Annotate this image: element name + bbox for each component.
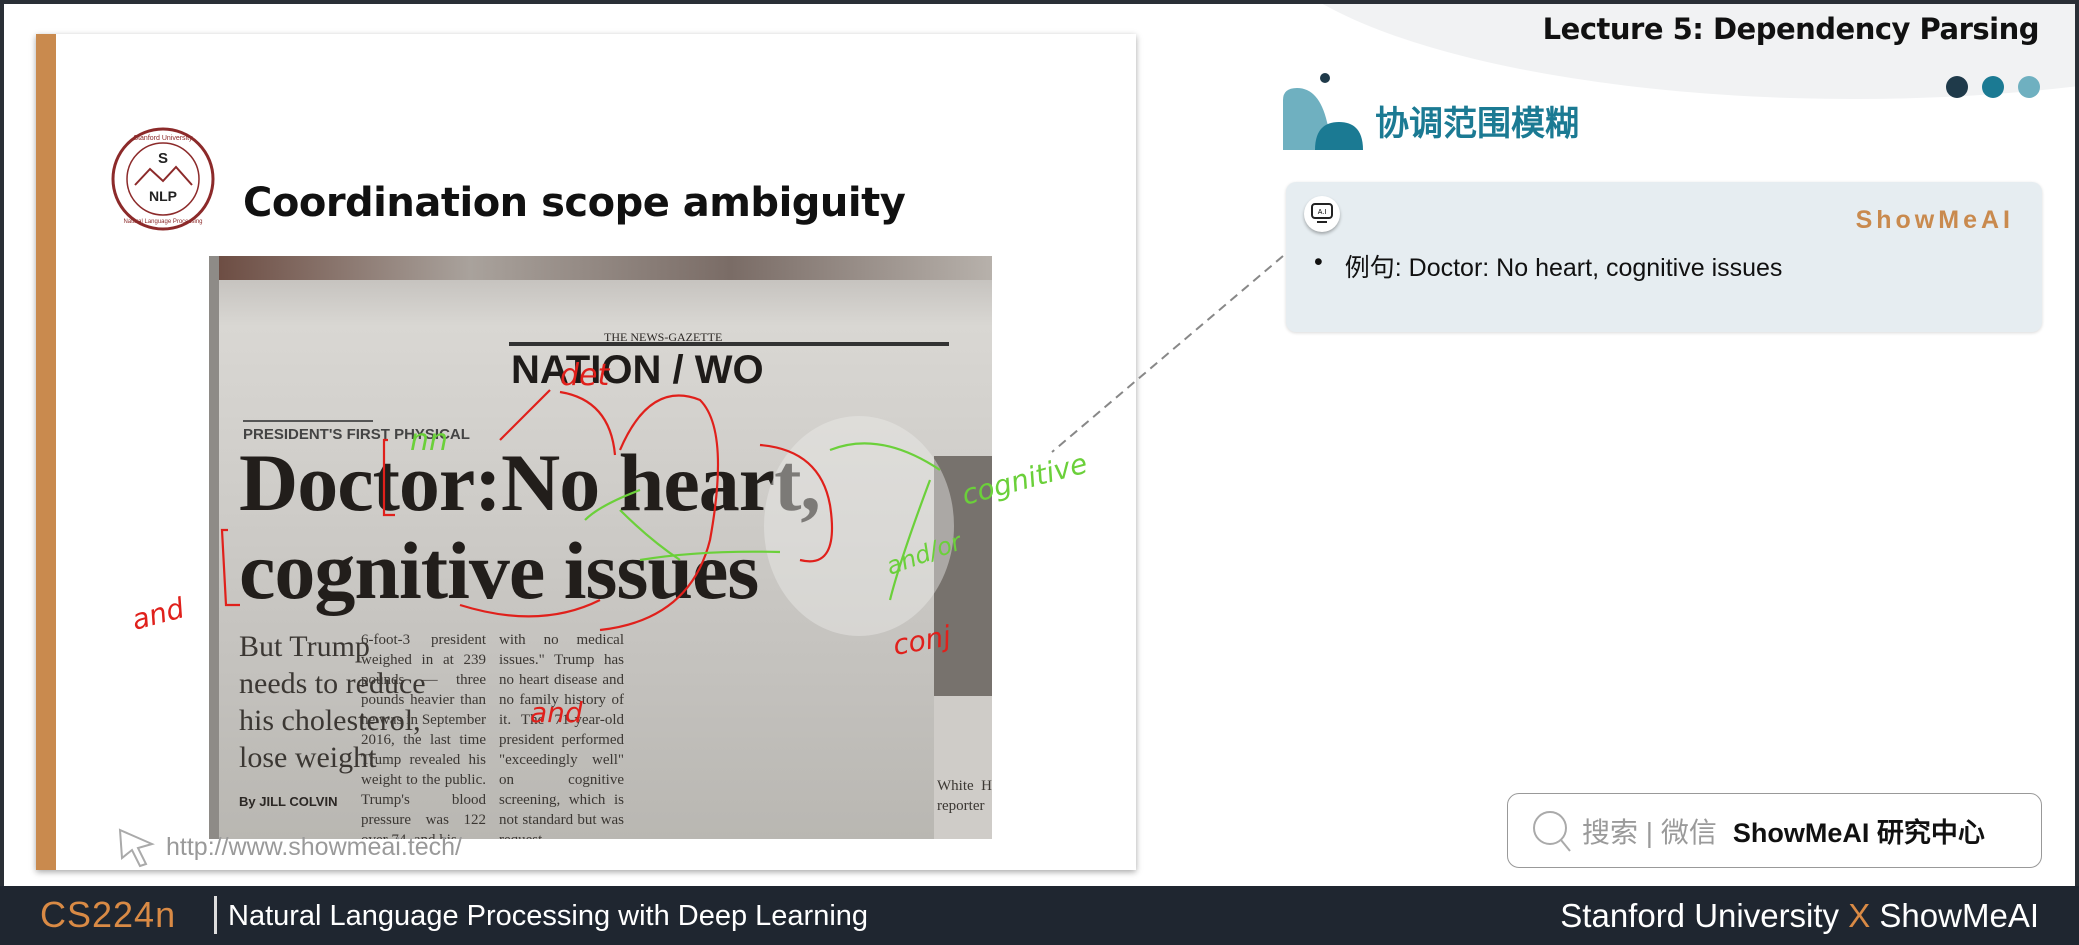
- section-title: 协调范围模糊: [1375, 105, 1579, 143]
- decorative-dots: [1946, 76, 2040, 98]
- slide-title: Coordination scope ambiguity: [243, 180, 906, 226]
- svg-text:A.I: A.I: [1318, 209, 1327, 216]
- rule: [243, 420, 373, 422]
- partner-stanford: Stanford University: [1560, 897, 1840, 934]
- byline: By JILL COLVIN: [239, 794, 338, 809]
- bullet-item: • 例句: Doctor: No heart, cognitive issues: [1314, 248, 1782, 284]
- dot: [1982, 76, 2004, 98]
- course-name: Natural Language Processing with Deep Le…: [228, 900, 869, 932]
- slide-viewer: Lecture 5: Dependency Parsing S NLP Stan…: [4, 4, 2075, 886]
- section-head: NATION / WO: [511, 348, 764, 392]
- bullet-text: 例句: Doctor: No heart, cognitive issues: [1344, 254, 1783, 282]
- cursor-icon: [118, 828, 155, 868]
- footer-bar: CS224n Natural Language Processing with …: [0, 886, 2079, 945]
- photo-background: [209, 256, 992, 280]
- brand-label: ShowMeAI: [1855, 206, 2014, 234]
- dot: [2018, 76, 2040, 98]
- dot: [1946, 76, 1968, 98]
- url-text[interactable]: http://www.showmeai.tech/: [166, 833, 462, 862]
- svg-text:Natural Language Processing: Natural Language Processing: [123, 219, 202, 225]
- robot-ai-icon: A.I: [1304, 196, 1340, 232]
- accent-bar: [36, 34, 56, 870]
- partner-showmeai: ShowMeAI: [1879, 897, 2039, 934]
- headline-doctor: Doctor:: [239, 437, 502, 528]
- headline-cognitive: cognitive issues: [239, 525, 759, 616]
- note-card: A.I ShowMeAI • 例句: Doctor: No heart, cogn…: [1286, 182, 2042, 332]
- divider: [214, 896, 217, 934]
- svg-text:Stanford University: Stanford University: [133, 135, 193, 142]
- article-column: White H reporter: [937, 778, 992, 814]
- photo-glare: [764, 416, 954, 636]
- photo-edge: [209, 256, 219, 839]
- photo-image-block: [934, 696, 992, 839]
- search-box[interactable]: 搜索 | 微信 ShowMeAI 研究中心: [1507, 793, 2042, 868]
- search-label: ShowMeAI 研究中心: [1732, 818, 1985, 848]
- svg-text:NLP: NLP: [149, 188, 177, 204]
- svg-text:S: S: [158, 150, 168, 167]
- article-column: with no medical issues." Trump has no he…: [499, 632, 624, 839]
- rule: [509, 342, 949, 346]
- course-code: CS224n: [40, 894, 177, 935]
- stanford-nlp-logo: S NLP Stanford University Natural Langua…: [111, 127, 215, 231]
- search-icon: [1533, 810, 1571, 852]
- search-placeholder: 搜索 | 微信: [1582, 816, 1717, 848]
- slide-panel: S NLP Stanford University Natural Langua…: [36, 34, 1136, 870]
- newspaper-photo: THE NEWS-GAZETTE NATION / WO PRESIDENT'S…: [209, 256, 992, 839]
- bullet-dot: •: [1314, 248, 1323, 276]
- section-icon: [1283, 73, 1363, 150]
- lecture-title: Lecture 5: Dependency Parsing: [1542, 12, 2040, 46]
- article-column: 6-foot-3 president weighed in at 239 pou…: [361, 632, 486, 839]
- website-link[interactable]: http://www.showmeai.tech/: [116, 826, 462, 868]
- partner-x: X: [1848, 897, 1871, 934]
- partner-credit: Stanford University X ShowMeAI: [1560, 897, 2039, 935]
